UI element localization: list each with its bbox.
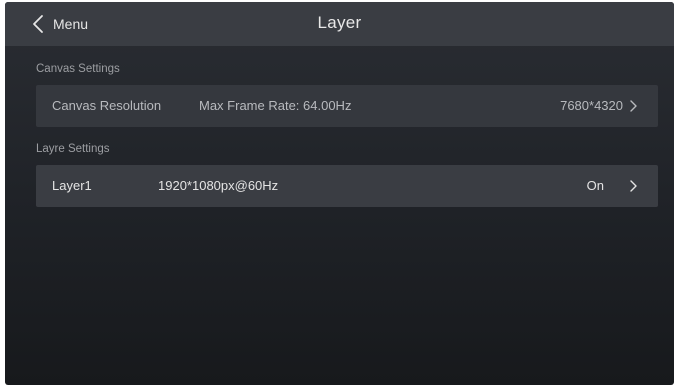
- layer-screen: Menu Layer Canvas Settings Canvas Resolu…: [5, 2, 674, 385]
- canvas-resolution-label: Canvas Resolution: [52, 98, 162, 113]
- layer1-status-value: On: [586, 178, 604, 193]
- page-title: Layer: [317, 13, 362, 32]
- chevron-right-icon: [630, 100, 637, 112]
- canvas-resolution-value: 7680*4320: [560, 98, 623, 113]
- top-bar: Menu Layer: [5, 2, 674, 46]
- layer-settings-heading: Layre Settings: [36, 143, 110, 155]
- canvas-resolution-row[interactable]: Canvas Resolution Max Frame Rate: 64.00H…: [36, 85, 658, 127]
- layer1-row[interactable]: Layer1 1920*1080px@60Hz On: [36, 165, 658, 207]
- canvas-settings-heading: Canvas Settings: [36, 63, 120, 75]
- layer1-label: Layer1: [52, 178, 92, 193]
- max-frame-rate-text: Max Frame Rate: 64.00Hz: [199, 98, 352, 113]
- chevron-right-icon: [630, 180, 637, 192]
- layer1-resolution-text: 1920*1080px@60Hz: [158, 178, 279, 193]
